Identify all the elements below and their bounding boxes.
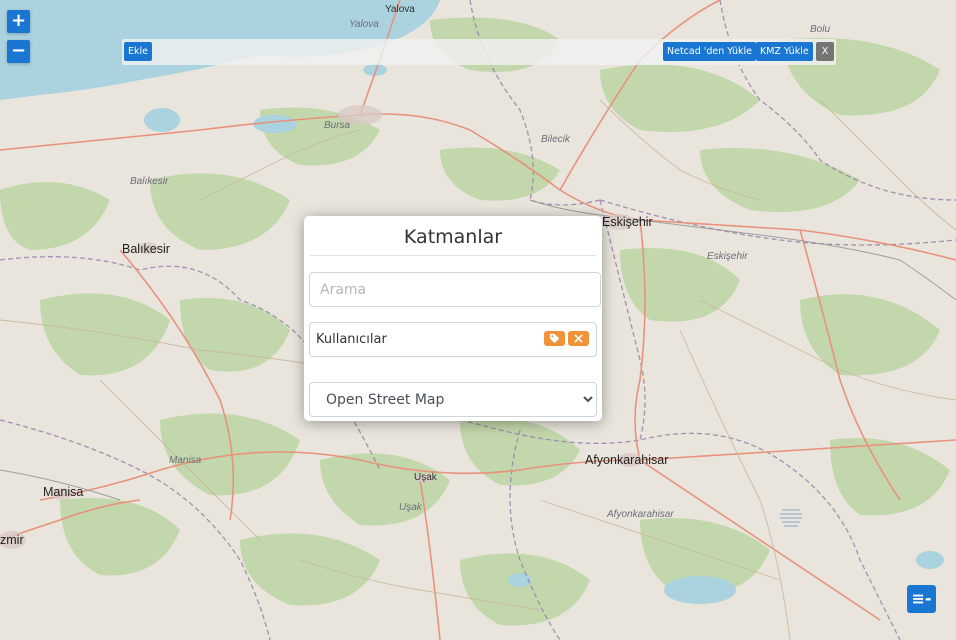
layer-search-input[interactable] — [309, 272, 601, 307]
map-label-bolu: Bolu — [810, 24, 831, 35]
close-icon — [574, 334, 583, 343]
map-label-eskisehir-district: Eskişehir — [707, 251, 748, 262]
layer-item-label: Kullanıcılar — [316, 332, 387, 347]
top-toolbar: Ekle Netcad 'den Yükle KMZ Yükle X — [122, 39, 836, 65]
toolbar-close-button[interactable]: X — [816, 42, 834, 61]
map-label-izmir: zmir — [0, 533, 24, 547]
map-label-usak-district: Uşak — [399, 502, 422, 513]
zoom-out-button[interactable]: − — [7, 40, 30, 63]
layer-tag-button[interactable] — [544, 331, 565, 346]
zoom-in-button[interactable]: + — [7, 10, 30, 33]
map-label-afyonkarahisar-city: Afyonkarahisar — [585, 453, 669, 467]
netcad-upload-button[interactable]: Netcad 'den Yükle — [663, 42, 757, 61]
menu-collapse-icon: ≡- — [911, 589, 932, 608]
map-label-balikesir-district: Balıkesir — [130, 176, 169, 187]
layer-remove-button[interactable] — [568, 331, 589, 346]
panel-title: Katmanlar — [403, 226, 503, 248]
map-label-usak-town: Uşak — [414, 472, 437, 483]
map-label-afyonkarahisar-district: Afyonkarahisar — [607, 509, 674, 520]
map-label-yalova-district: Yalova — [349, 19, 379, 30]
map-label-manisa-district: Manisa — [169, 455, 202, 466]
basemap-select[interactable]: Open Street Map — [309, 382, 597, 417]
map-label-yalova-town: Yalova — [385, 4, 415, 15]
tag-icon — [549, 333, 560, 344]
panel-divider — [310, 255, 596, 256]
add-button[interactable]: Ekle — [124, 42, 152, 61]
kmz-upload-button[interactable]: KMZ Yükle — [756, 42, 813, 61]
map-label-balikesir-city: Balıkesir — [122, 242, 170, 256]
map-label-bursa: Bursa — [324, 120, 351, 131]
menu-collapse-button[interactable]: ≡- — [907, 585, 936, 613]
map-label-eskisehir-city: Eskişehir — [602, 215, 653, 229]
map-label-manisa-city: Manisa — [43, 485, 84, 499]
layers-panel: Katmanlar Kullanıcılar Open Street Map — [304, 216, 602, 421]
layer-item[interactable]: Kullanıcılar — [309, 322, 597, 357]
map-label-bilecik: Bilecik — [541, 134, 570, 145]
